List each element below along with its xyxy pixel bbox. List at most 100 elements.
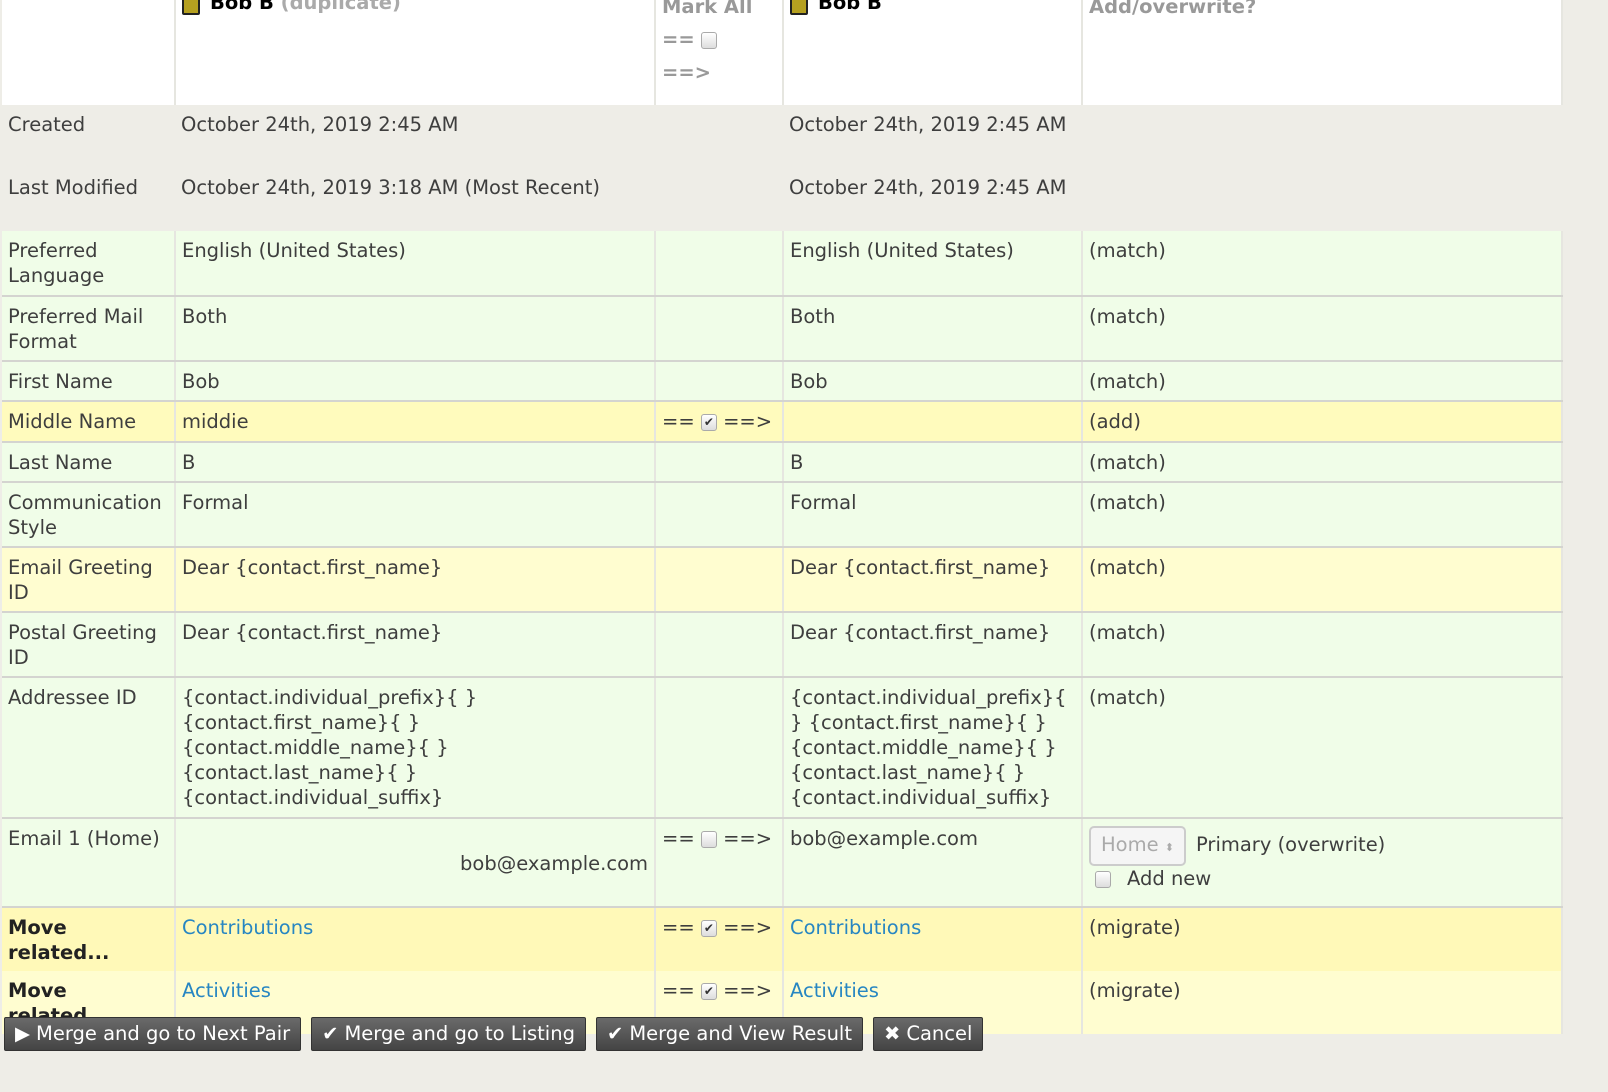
main-value: Both — [783, 296, 1083, 362]
field-row: First Name Bob Bob (match) — [2, 361, 1563, 402]
add-new-label: Add new — [1127, 867, 1212, 890]
main-value: Formal — [783, 482, 1083, 548]
arrow-right: ==> — [723, 916, 773, 939]
field-label: Addressee ID — [2, 677, 176, 819]
field-label: Last Modified — [2, 168, 175, 231]
action-buttons: ▶ Merge and go to Next Pair ✔ Merge and go … — [4, 1017, 984, 1051]
main-value: October 24th, 2019 2:45 AM — [783, 105, 1082, 168]
duplicate-value: October 24th, 2019 2:45 AM — [175, 105, 655, 168]
check-circle-icon: ✔ — [606, 1022, 624, 1045]
main-email: bob@example.com — [783, 818, 1083, 908]
duplicate-value: Formal — [175, 482, 656, 548]
field-row: Postal Greeting ID Dear {contact.first_n… — [2, 612, 1563, 678]
field-label: Middle Name — [2, 401, 176, 443]
field-label: Preferred Mail Format — [2, 296, 176, 362]
merge-and-go-to-next-pair-button[interactable]: ▶ Merge and go to Next Pair — [4, 1017, 302, 1051]
location-value: Home — [1101, 833, 1159, 856]
contact-icon — [790, 0, 808, 15]
action-status: (match) — [1082, 482, 1563, 548]
field-row: Last Name B B (match) — [2, 442, 1563, 483]
button-label: Cancel — [906, 1022, 973, 1045]
duplicate-email: bob@example.com — [175, 818, 656, 908]
button-label: Merge and go to Listing — [344, 1022, 575, 1045]
main-value: B — [783, 442, 1083, 483]
field-row: Created October 24th, 2019 2:45 AM Octob… — [2, 105, 1562, 168]
field-row: Communication Style Formal Formal (match… — [2, 482, 1563, 548]
action-status: (match) — [1082, 547, 1563, 613]
location-select[interactable]: Home ⬍ — [1089, 826, 1187, 866]
field-label: Last Name — [2, 442, 176, 483]
move-email-checkbox[interactable] — [700, 831, 717, 848]
duplicate-value: October 24th, 2019 3:18 AM (Most Recent) — [175, 168, 655, 231]
action-status: (add) — [1082, 401, 1563, 443]
arrow-right: ==> — [723, 827, 773, 850]
duplicate-related-link[interactable]: Activities — [182, 979, 271, 1002]
close-icon: ✖ — [884, 1022, 901, 1045]
primary-label: Primary (overwrite) — [1196, 833, 1386, 856]
merge-table: Bob B (duplicate) Mark All == ==> Bob B A… — [2, 0, 1563, 1034]
button-label: Merge and go to Next Pair — [36, 1022, 291, 1045]
header-row: Bob B (duplicate) Mark All == ==> Bob B A… — [2, 0, 1563, 105]
mark-all-checkbox[interactable] — [701, 32, 718, 49]
action-status — [1082, 168, 1562, 231]
action-status: (match) — [1082, 296, 1563, 362]
field-label: Created — [2, 105, 175, 168]
field-label: Email Greeting ID — [2, 547, 176, 613]
move-related-row: Move related... Contributions == ✔ ==> C… — [2, 907, 1563, 971]
merge-and-go-to-listing-button[interactable]: ✔ Merge and go to Listing — [311, 1017, 586, 1051]
arrow-left: == — [662, 410, 695, 433]
field-row: Addressee ID {contact.individual_prefix}… — [2, 677, 1563, 819]
arrow-right: ==> — [723, 979, 773, 1002]
duplicate-related-link[interactable]: Contributions — [182, 916, 313, 939]
play-circle-icon: ▶ — [15, 1022, 30, 1045]
duplicate-value: middie — [175, 401, 656, 443]
add-new-checkbox[interactable] — [1095, 871, 1111, 888]
duplicate-value: Dear {contact.first_name} — [175, 547, 656, 613]
field-row: Email Greeting ID Dear {contact.first_na… — [2, 547, 1563, 613]
main-related-link[interactable]: Contributions — [790, 916, 921, 939]
field-row: Preferred Language English (United State… — [2, 231, 1563, 297]
main-value: English (United States) — [783, 231, 1083, 297]
email-row: Email 1 (Home) bob@example.com == ==> bo… — [2, 818, 1563, 908]
action-status: (migrate) — [1082, 907, 1563, 971]
select-arrows-icon: ⬍ — [1164, 841, 1175, 854]
check-icon: ✔ — [322, 1022, 339, 1045]
main-value: Dear {contact.first_name} — [783, 612, 1083, 678]
action-status: (migrate) — [1082, 971, 1563, 1034]
arrow-left: == — [662, 916, 695, 939]
action-status — [1082, 105, 1562, 168]
duplicate-label: (duplicate) — [280, 0, 401, 14]
field-row: Middle Name middie == ✔ ==> (add) — [2, 401, 1563, 443]
action-status: (match) — [1082, 442, 1563, 483]
field-row: Preferred Mail Format Both Both (match) — [2, 296, 1563, 362]
main-value — [783, 401, 1083, 443]
duplicate-name[interactable]: Bob B — [210, 0, 274, 14]
field-label: Move related... — [2, 907, 176, 971]
main-value: Dear {contact.first_name} — [783, 547, 1083, 613]
main-name[interactable]: Bob B — [818, 0, 882, 14]
arrow-right: ==> — [723, 410, 773, 433]
duplicate-value: {contact.individual_prefix}{ } {contact.… — [175, 677, 656, 819]
cancel-button[interactable]: ✖ Cancel — [873, 1017, 984, 1051]
main-related-link[interactable]: Activities — [790, 979, 879, 1002]
move-related-checkbox[interactable]: ✔ — [700, 983, 717, 1000]
duplicate-value: English (United States) — [175, 231, 656, 297]
contact-icon — [182, 0, 200, 15]
field-label: First Name — [2, 361, 176, 402]
field-row: Last Modified October 24th, 2019 3:18 AM… — [2, 168, 1562, 231]
merge-and-view-result-button[interactable]: ✔ Merge and View Result — [595, 1017, 863, 1051]
duplicate-value: Bob — [175, 361, 656, 402]
arrow-left: == — [662, 979, 695, 1002]
main-value: Bob — [783, 361, 1083, 402]
mark-all-label: Mark All — [662, 0, 753, 18]
move-field-checkbox[interactable]: ✔ — [700, 414, 717, 431]
action-header: Add/overwrite? — [1089, 0, 1257, 18]
action-status: (match) — [1082, 677, 1563, 819]
duplicate-value: B — [175, 442, 656, 483]
duplicate-value: Dear {contact.first_name} — [175, 612, 656, 678]
field-label: Communication Style — [2, 482, 176, 548]
arrow-left: == — [662, 28, 695, 51]
action-status: (match) — [1082, 231, 1563, 297]
move-related-checkbox[interactable]: ✔ — [700, 920, 717, 937]
duplicate-value: Both — [175, 296, 656, 362]
